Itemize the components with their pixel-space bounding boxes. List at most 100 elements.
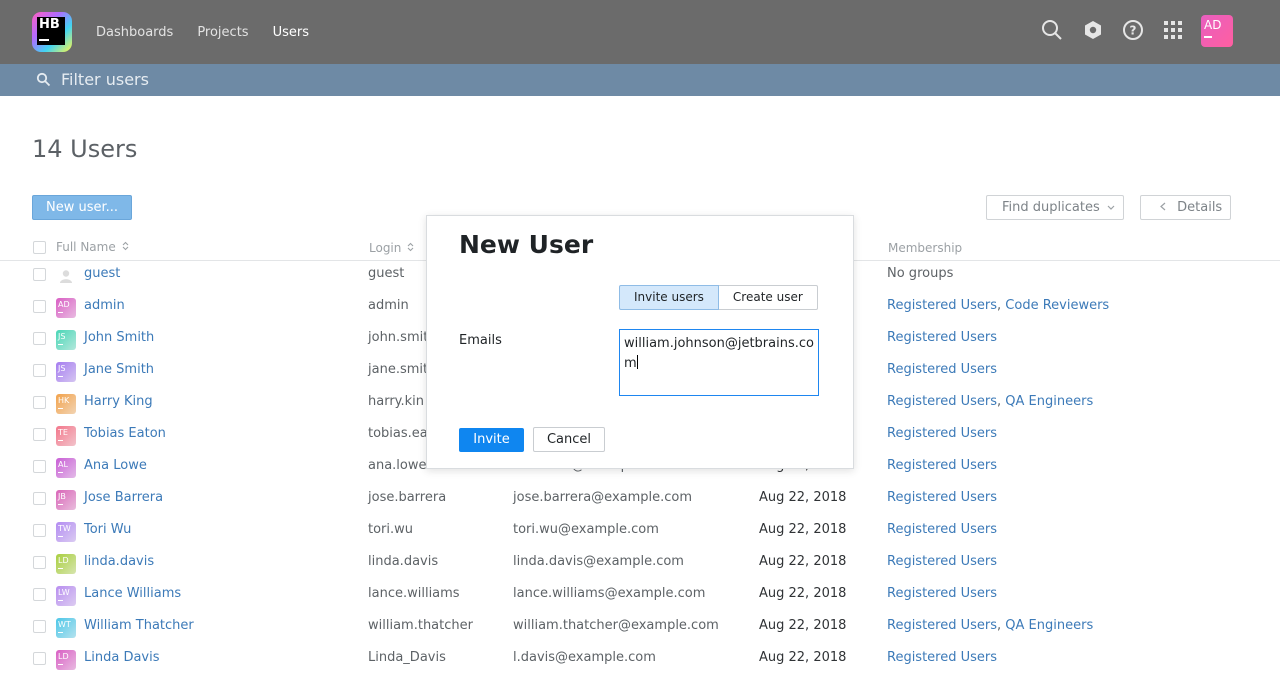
mode-toggle: Invite users Create user: [619, 285, 818, 310]
top-header: HB Dashboards Projects Users ? AD: [0, 0, 1280, 64]
search-icon[interactable]: [1040, 18, 1064, 42]
row-checkbox[interactable]: [33, 428, 46, 441]
group-link[interactable]: Registered Users: [887, 522, 997, 537]
cancel-button[interactable]: Cancel: [533, 427, 605, 452]
row-checkbox[interactable]: [33, 364, 46, 377]
user-membership: Registered Users, QA Engineers: [887, 618, 1094, 633]
row-checkbox[interactable]: [33, 652, 46, 665]
table-row[interactable]: LD Linda Davis Linda_Davis l.davis@example.…: [0, 643, 1280, 675]
new-user-button[interactable]: New user...: [32, 195, 132, 220]
row-checkbox[interactable]: [33, 396, 46, 409]
user-last-access-date: Aug 22, 2018: [759, 490, 847, 505]
group-link[interactable]: Registered Users: [887, 362, 997, 377]
row-checkbox[interactable]: [33, 524, 46, 537]
user-full-name-link[interactable]: Jose Barrera: [84, 490, 163, 505]
filter-search-icon: [36, 72, 51, 87]
user-full-name-link[interactable]: John Smith: [84, 330, 154, 345]
table-row[interactable]: JB Jose Barrera jose.barrera jose.barrera@e…: [0, 483, 1280, 515]
sort-icon: [407, 242, 414, 252]
user-full-name-link[interactable]: Lance Williams: [84, 586, 181, 601]
svg-text:?: ?: [1130, 24, 1137, 38]
user-full-name-link[interactable]: Linda Davis: [84, 650, 160, 665]
user-full-name-link[interactable]: guest: [84, 266, 120, 281]
user-full-name-link[interactable]: Harry King: [84, 394, 153, 409]
select-all-checkbox[interactable]: [33, 241, 46, 254]
row-checkbox[interactable]: [33, 620, 46, 633]
emails-textarea[interactable]: william.johnson@jetbrains.com: [619, 329, 819, 396]
group-link[interactable]: QA Engineers: [1005, 618, 1093, 633]
group-link[interactable]: QA Engineers: [1005, 394, 1093, 409]
nav-users[interactable]: Users: [273, 25, 309, 40]
row-checkbox[interactable]: [33, 556, 46, 569]
chevron-down-icon: [1107, 205, 1115, 210]
row-checkbox[interactable]: [33, 492, 46, 505]
column-full-name[interactable]: Full Name: [56, 240, 129, 254]
sort-icon: [122, 241, 128, 251]
table-row[interactable]: WT William Thatcher william.thatcher willia…: [0, 611, 1280, 643]
table-row[interactable]: LD linda.davis linda.davis linda.davis@exam…: [0, 547, 1280, 579]
group-link[interactable]: Registered Users: [887, 554, 997, 569]
settings-icon[interactable]: [1081, 18, 1105, 42]
group-link[interactable]: Registered Users: [887, 330, 997, 345]
row-checkbox[interactable]: [33, 268, 46, 281]
group-link[interactable]: Registered Users: [887, 618, 997, 633]
group-link[interactable]: Registered Users: [887, 394, 997, 409]
user-email: lance.williams@example.com: [513, 586, 706, 601]
user-avatar-small: LD: [56, 650, 76, 670]
nav-projects[interactable]: Projects: [197, 25, 248, 40]
group-link[interactable]: Code Reviewers: [1005, 298, 1109, 313]
user-avatar-small: AL: [56, 458, 76, 478]
group-link[interactable]: Registered Users: [887, 650, 997, 665]
guest-user-icon: [60, 270, 72, 283]
user-email: tori.wu@example.com: [513, 522, 659, 537]
apps-grid-icon[interactable]: [1161, 18, 1185, 42]
details-button[interactable]: Details: [1140, 195, 1231, 220]
group-link[interactable]: Registered Users: [887, 490, 997, 505]
group-link[interactable]: Registered Users: [887, 586, 997, 601]
row-checkbox[interactable]: [33, 460, 46, 473]
user-login: jose.barrera: [368, 490, 447, 505]
column-login[interactable]: Login: [369, 241, 414, 255]
column-membership: Membership: [888, 241, 963, 255]
invite-users-tab[interactable]: Invite users: [619, 285, 719, 310]
filter-bar[interactable]: Filter users: [0, 64, 1280, 96]
user-login: tori.wu: [368, 522, 414, 537]
emails-label: Emails: [459, 333, 502, 348]
group-link[interactable]: Registered Users: [887, 426, 997, 441]
user-login: ana.lowe: [368, 458, 427, 473]
row-checkbox[interactable]: [33, 300, 46, 313]
group-link[interactable]: Registered Users: [887, 298, 997, 313]
user-last-access-date: Aug 22, 2018: [759, 586, 847, 601]
user-full-name-link[interactable]: Ana Lowe: [84, 458, 147, 473]
user-login: harry.kin: [368, 394, 425, 409]
user-full-name-link[interactable]: Tobias Eaton: [84, 426, 166, 441]
find-duplicates-button[interactable]: Find duplicates: [986, 195, 1124, 220]
user-full-name-link[interactable]: Tori Wu: [84, 522, 131, 537]
hub-logo[interactable]: HB: [32, 12, 72, 52]
user-login: guest: [368, 266, 405, 281]
table-row[interactable]: LW Lance Williams lance.williams lance.will…: [0, 579, 1280, 611]
filter-users-input[interactable]: Filter users: [61, 70, 149, 89]
user-last-access-date: Aug 22, 2018: [759, 650, 847, 665]
row-checkbox[interactable]: [33, 588, 46, 601]
user-full-name-link[interactable]: William Thatcher: [84, 618, 194, 633]
user-avatar-small: TW: [56, 522, 76, 542]
nav-dashboards[interactable]: Dashboards: [96, 25, 173, 40]
user-membership: Registered Users: [887, 650, 997, 665]
chevron-left-icon: [1160, 202, 1166, 211]
user-avatar-small: LD: [56, 554, 76, 574]
user-login: lance.williams: [368, 586, 460, 601]
user-avatar-small: JS: [56, 330, 76, 350]
user-email: l.davis@example.com: [513, 650, 656, 665]
group-link[interactable]: Registered Users: [887, 458, 997, 473]
user-login: jane.smit: [368, 362, 429, 377]
invite-button[interactable]: Invite: [459, 428, 524, 452]
create-user-tab[interactable]: Create user: [718, 285, 818, 310]
row-checkbox[interactable]: [33, 332, 46, 345]
user-full-name-link[interactable]: linda.davis: [84, 554, 154, 569]
user-full-name-link[interactable]: Jane Smith: [84, 362, 154, 377]
help-icon[interactable]: ?: [1121, 18, 1145, 42]
user-avatar[interactable]: AD: [1201, 15, 1233, 47]
user-full-name-link[interactable]: admin: [84, 298, 125, 313]
table-row[interactable]: TW Tori Wu tori.wu tori.wu@example.com Aug 2…: [0, 515, 1280, 547]
